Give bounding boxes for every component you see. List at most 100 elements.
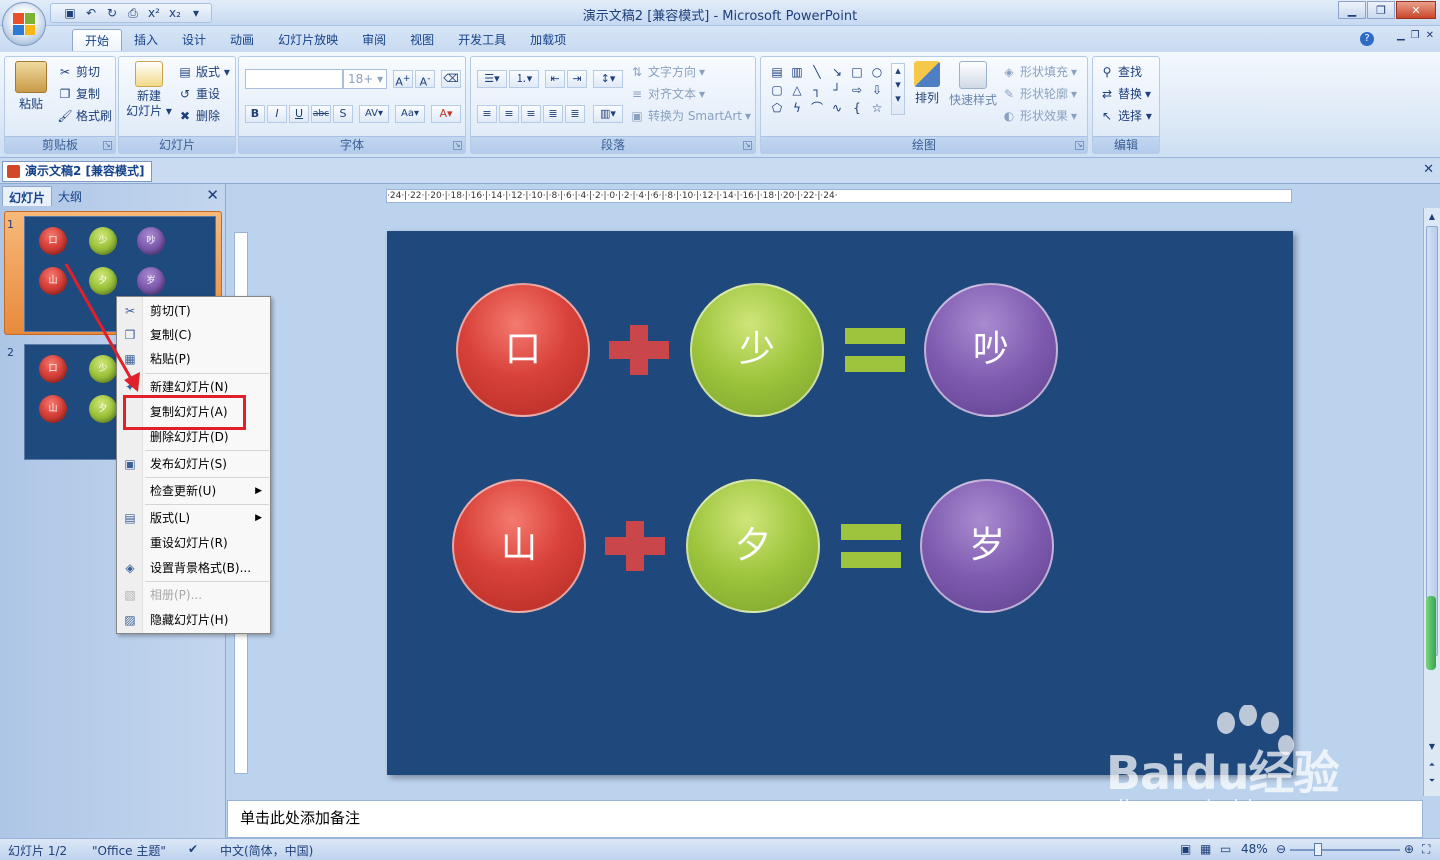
menu-item-copy[interactable]: ❐ 复制(C): [117, 323, 270, 347]
zoom-in-icon[interactable]: ⊕: [1404, 842, 1414, 856]
replace-button[interactable]: ⇄ 替换 ▾: [1099, 85, 1151, 102]
font-name-box[interactable]: [245, 69, 343, 89]
tab-review[interactable]: 审阅: [350, 29, 398, 51]
doc-minimize-icon[interactable]: ▁: [1397, 30, 1405, 41]
shape-effects-button[interactable]: ◐ 形状效果 ▾: [1001, 107, 1077, 124]
clear-format-icon[interactable]: ⌫: [441, 70, 461, 88]
menu-item-paste[interactable]: ▦ 粘贴(P): [117, 347, 270, 371]
restore-button[interactable]: ❐: [1367, 1, 1395, 19]
numbering-icon[interactable]: ⒈▾: [509, 70, 539, 88]
bullets-icon[interactable]: ☰▾: [477, 70, 507, 88]
slideshow-view-icon[interactable]: ▭: [1220, 842, 1231, 856]
drawing-launcher-icon[interactable]: ↘: [1075, 141, 1084, 150]
close-button[interactable]: ✕: [1396, 1, 1436, 19]
menu-item-check-updates[interactable]: 检查更新(U) ▶: [117, 479, 270, 503]
paste-button[interactable]: 粘贴: [11, 61, 51, 112]
scroll-up-icon[interactable]: ▲: [1426, 210, 1438, 224]
equals-shape[interactable]: [845, 328, 905, 372]
oval-shape-icon[interactable]: ○: [869, 65, 885, 79]
tab-outline[interactable]: 大纲: [52, 186, 88, 206]
menu-item-publish-slides[interactable]: ▣ 发布幻灯片(S): [117, 452, 270, 476]
curve-shape-icon[interactable]: ∿: [829, 101, 845, 115]
shapes-more-icon[interactable]: ▴ ▾ ▾: [891, 63, 905, 115]
elbow-arrow-shape-icon[interactable]: ┘: [829, 83, 845, 97]
slide-circle-sui[interactable]: 岁: [920, 479, 1054, 613]
increase-indent-icon[interactable]: ⇥: [567, 70, 587, 88]
slide-circle-chao[interactable]: 吵: [924, 283, 1058, 417]
status-zoom[interactable]: 48%: [1241, 842, 1268, 856]
status-language[interactable]: 中文(简体，中国): [220, 842, 313, 859]
char-spacing-icon[interactable]: AV▾: [359, 105, 389, 123]
arc-shape-icon[interactable]: ⌒: [809, 101, 825, 115]
pane-close-icon[interactable]: ✕: [206, 186, 219, 204]
menu-item-cut[interactable]: ✂ 剪切(T): [117, 299, 270, 323]
font-size-box[interactable]: 18+ ▾: [343, 69, 387, 89]
paragraph-launcher-icon[interactable]: ↘: [743, 141, 752, 150]
plus-shape[interactable]: [605, 521, 665, 571]
down-arrow-shape-icon[interactable]: ⇩: [869, 83, 885, 97]
reset-button[interactable]: ↺ 重设: [177, 85, 220, 102]
slide-sorter-icon[interactable]: ▦: [1200, 842, 1211, 856]
vertical-scrollbar[interactable]: ▲ ▼ ⏶ ⏷: [1423, 208, 1440, 796]
clipboard-launcher-icon[interactable]: ↘: [103, 141, 112, 150]
text-direction-button[interactable]: ⇅ 文字方向 ▾: [629, 63, 705, 80]
select-button[interactable]: ↖ 选择 ▾: [1099, 107, 1152, 124]
line-spacing-icon[interactable]: ↕▾: [593, 70, 623, 88]
change-case-icon[interactable]: Aa▾: [395, 105, 425, 123]
fit-to-window-icon[interactable]: ⛶: [1422, 842, 1430, 857]
justify-icon[interactable]: ≣: [543, 105, 563, 123]
align-text-button[interactable]: ≡ 对齐文本 ▾: [629, 85, 705, 102]
font-color-icon[interactable]: A▾: [431, 105, 461, 123]
grow-font-icon[interactable]: A+: [393, 70, 413, 89]
align-left-icon[interactable]: ≡: [477, 105, 497, 123]
shadow-icon[interactable]: S: [333, 105, 353, 123]
quick-styles-button[interactable]: 快速样式: [947, 61, 999, 108]
tab-slides[interactable]: 幻灯片: [2, 186, 53, 206]
rounded-rect-shape-icon[interactable]: ▢: [769, 83, 785, 97]
lightning-shape-icon[interactable]: ϟ: [789, 101, 805, 115]
shape-fill-button[interactable]: ◈ 形状填充 ▾: [1001, 63, 1077, 80]
shape-outline-button[interactable]: ✎ 形状轮廓 ▾: [1001, 85, 1077, 102]
slide-circle-shao[interactable]: 少: [690, 283, 824, 417]
triangle-shape-icon[interactable]: △: [789, 83, 805, 97]
brace-shape-icon[interactable]: {: [849, 101, 865, 115]
previous-slide-icon[interactable]: ⏶: [1426, 758, 1438, 772]
vertical-textbox-shape-icon[interactable]: ▥: [789, 65, 805, 79]
doc-restore-icon[interactable]: ❐: [1411, 30, 1420, 41]
rectangle-shape-icon[interactable]: □: [849, 65, 865, 79]
elbow-connector-shape-icon[interactable]: ┐: [809, 83, 825, 97]
tab-insert[interactable]: 插入: [122, 29, 170, 51]
bold-icon[interactable]: B: [245, 105, 265, 123]
slide-canvas[interactable]: 口 少 吵 山 夕 岁: [387, 231, 1293, 775]
line-shape-icon[interactable]: ╲: [809, 65, 825, 79]
arrow-line-shape-icon[interactable]: ↘: [829, 65, 845, 79]
slide-circle-kou[interactable]: 口: [456, 283, 590, 417]
menu-item-reset-slide[interactable]: 重设幻灯片(R): [117, 531, 270, 555]
right-arrow-shape-icon[interactable]: ⇨: [849, 83, 865, 97]
doc-tab-close-icon[interactable]: ✕: [1423, 162, 1434, 177]
new-slide-button[interactable]: 新建 幻灯片 ▾: [123, 61, 175, 119]
copy-button[interactable]: ❐ 复制: [57, 85, 100, 102]
pentagon-shape-icon[interactable]: ⬠: [769, 101, 785, 115]
spellcheck-icon[interactable]: ✔: [188, 842, 198, 856]
star-shape-icon[interactable]: ☆: [869, 101, 885, 115]
document-tab[interactable]: 演示文稿2 [兼容模式]: [2, 161, 152, 182]
minimize-button[interactable]: ▁: [1338, 1, 1366, 19]
arrange-button[interactable]: 排列: [907, 61, 947, 106]
menu-item-hide-slide[interactable]: ▨ 隐藏幻灯片(H): [117, 608, 270, 632]
scroll-down-icon[interactable]: ▼: [1426, 740, 1438, 754]
menu-item-layout[interactable]: ▤ 版式(L) ▶: [117, 506, 270, 530]
equals-shape[interactable]: [841, 524, 901, 568]
tab-slideshow[interactable]: 幻灯片放映: [266, 29, 350, 51]
convert-smartart-button[interactable]: ▣ 转换为 SmartArt ▾: [629, 107, 751, 124]
tab-home[interactable]: 开始: [72, 29, 123, 51]
doc-close-icon[interactable]: ✕: [1426, 30, 1434, 41]
italic-icon[interactable]: I: [267, 105, 287, 123]
columns-icon[interactable]: ▥▾: [593, 105, 623, 123]
font-launcher-icon[interactable]: ↘: [453, 141, 462, 150]
tab-design[interactable]: 设计: [170, 29, 218, 51]
underline-icon[interactable]: U: [289, 105, 309, 123]
layout-button[interactable]: ▤ 版式 ▾: [177, 63, 230, 80]
format-painter-button[interactable]: 🖌 格式刷: [57, 107, 112, 124]
zoom-slider-knob[interactable]: [1314, 843, 1322, 856]
